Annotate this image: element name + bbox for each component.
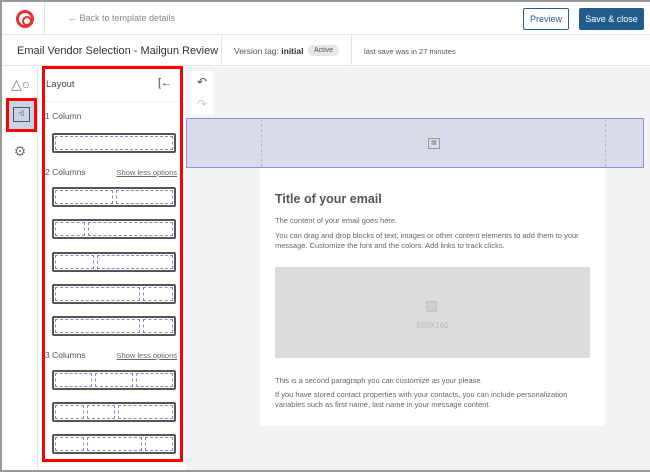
- header-image-block[interactable]: ▦: [186, 118, 644, 168]
- layout-option-3-columns[interactable]: [52, 434, 176, 454]
- show-less-options-link[interactable]: Show less options: [117, 168, 177, 177]
- email-paragraph[interactable]: The content of your email goes here.: [275, 216, 595, 226]
- logo-icon: [16, 10, 34, 28]
- layout-column: [86, 437, 142, 451]
- section-label: 2 Columns: [45, 167, 86, 177]
- shapes-icon[interactable]: △○: [11, 75, 30, 93]
- preview-button[interactable]: Preview: [523, 8, 569, 30]
- image-icon: ▨: [425, 297, 439, 313]
- layout-column: [86, 405, 115, 419]
- last-save-status: last save was in 27 minutes: [364, 47, 456, 56]
- save-close-button[interactable]: Save & close: [579, 8, 644, 30]
- layout-column: [55, 405, 84, 419]
- layout-column: [55, 136, 173, 150]
- divider: [351, 36, 352, 66]
- redo-icon[interactable]: ↷: [191, 93, 213, 115]
- panel-title: Layout: [46, 79, 75, 90]
- layout-option-2-columns[interactable]: [52, 284, 176, 304]
- divider: [44, 2, 45, 35]
- layout-column: [135, 373, 173, 387]
- email-body[interactable]: Title of your email The content of your …: [260, 168, 605, 426]
- layout-column: [144, 437, 173, 451]
- layout-column: [55, 255, 94, 269]
- email-canvas: ↶ ↷ ▦ Title of your email The content of…: [186, 67, 650, 470]
- divider: [221, 36, 222, 66]
- layout-column: [55, 437, 84, 451]
- back-to-template-link[interactable]: ← Back to template details: [68, 13, 175, 23]
- layout-column: [115, 190, 173, 204]
- image-size-label: 550X160: [416, 321, 449, 330]
- layout-option-2-columns[interactable]: [52, 187, 176, 207]
- image-icon: ▦: [428, 138, 440, 149]
- gear-icon[interactable]: ⚙: [11, 142, 29, 160]
- layout-option-3-columns[interactable]: [52, 402, 176, 422]
- block-inner: ▦: [261, 119, 606, 167]
- section-label: 1 Column: [45, 111, 82, 121]
- page-title: Email Vendor Selection - Mailgun Review: [17, 45, 219, 57]
- layout-column: [143, 319, 173, 333]
- image-placeholder[interactable]: ▨ 550X160: [275, 267, 590, 358]
- version-tag: Version tag: initial: [234, 46, 303, 56]
- layout-column: [55, 190, 113, 204]
- layout-column: [55, 287, 141, 301]
- section-label: 3 Columns: [45, 350, 86, 360]
- email-paragraph[interactable]: This is a second paragraph you can custo…: [275, 376, 595, 386]
- history-toolbar: ↶ ↷: [191, 71, 213, 115]
- layout-column: [97, 255, 173, 269]
- layout-option-2-columns[interactable]: [52, 316, 176, 336]
- layout-column: [143, 287, 173, 301]
- status-badge: Active: [308, 45, 340, 56]
- email-title[interactable]: Title of your email: [275, 192, 382, 206]
- layout-option-3-columns[interactable]: [52, 370, 176, 390]
- top-bar: ← Back to template details Preview Save …: [2, 2, 650, 35]
- layout-option-1-columns[interactable]: [52, 133, 176, 153]
- version-value: initial: [281, 46, 304, 56]
- email-paragraph[interactable]: If you have stored contact properties wi…: [275, 390, 595, 410]
- template-header: Email Vendor Selection - Mailgun Review …: [2, 36, 650, 66]
- layout-option-2-columns[interactable]: [52, 219, 176, 239]
- layout-column: [95, 373, 133, 387]
- layout-panel: Layout [← 1 Column 2 Columns Show less opt…: [42, 66, 183, 462]
- layout-icon: ▫▯: [13, 107, 30, 122]
- layout-column: [55, 222, 85, 236]
- email-paragraph[interactable]: You can drag and drop blocks of text, im…: [275, 231, 595, 251]
- layout-column: [118, 405, 173, 419]
- undo-icon[interactable]: ↶: [191, 71, 213, 93]
- collapse-panel-icon[interactable]: [←: [158, 77, 172, 89]
- layout-option-2-columns[interactable]: [52, 252, 176, 272]
- layout-column: [55, 319, 141, 333]
- layout-tab-button[interactable]: ▫▯: [6, 98, 37, 132]
- divider: [45, 101, 180, 102]
- layout-column: [55, 373, 93, 387]
- show-less-options-link[interactable]: Show less options: [117, 351, 177, 360]
- layout-column: [87, 222, 173, 236]
- version-label: Version tag:: [234, 46, 279, 56]
